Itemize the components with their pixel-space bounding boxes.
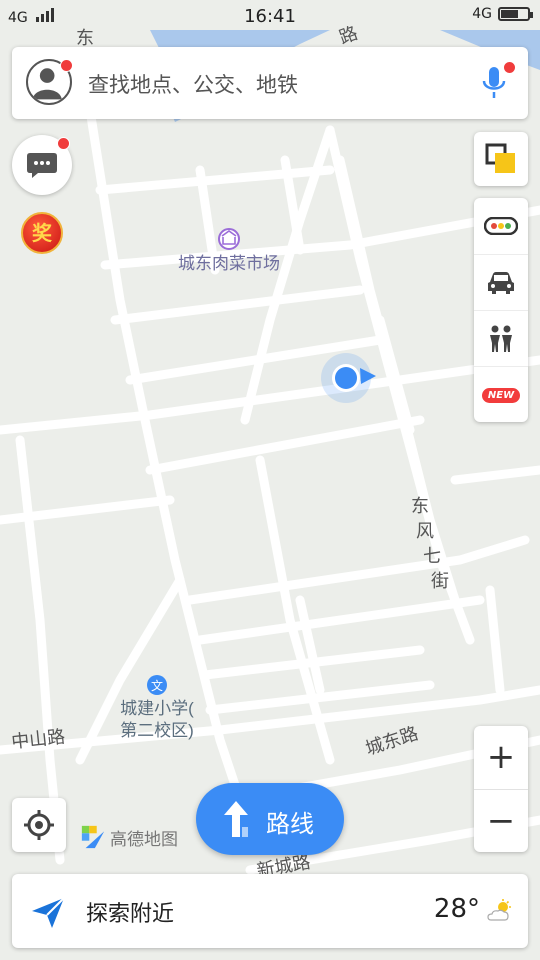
search-bar[interactable]: 查找地点、公交、地铁	[12, 47, 528, 119]
traffic-button[interactable]	[474, 198, 528, 254]
route-button[interactable]: 路线	[196, 783, 344, 855]
street-dongfeng-char4: 街	[431, 571, 449, 591]
network-type-label-right: 4G	[472, 6, 492, 22]
status-bar: 4G 16:41 4G	[0, 0, 540, 34]
amap-logo: 高德地图	[80, 822, 178, 852]
battery-icon	[498, 7, 533, 21]
messages-notification-dot	[57, 137, 70, 150]
new-badge: NEW	[481, 387, 521, 403]
school-poi-icon[interactable]: 文	[147, 675, 167, 695]
street-dongfeng-char2: 风	[416, 521, 434, 541]
route-button-label: 路线	[266, 810, 314, 838]
people-button[interactable]	[474, 310, 528, 367]
poi-school-label-1[interactable]: 城建小学(	[120, 699, 194, 718]
search-input[interactable]: 查找地点、公交、地铁	[88, 69, 298, 99]
temperature-label: 28°	[433, 894, 480, 924]
amap-logo-icon	[81, 825, 105, 849]
navigation-arrow-icon	[32, 897, 65, 928]
route-arrow-icon	[224, 801, 248, 837]
map-tools-panel: NEW	[474, 198, 528, 422]
status-time: 16:41	[244, 6, 296, 27]
mic-notification-dot	[503, 61, 516, 74]
poi-market-label[interactable]: 城东肉菜市场	[178, 254, 280, 273]
market-poi-icon[interactable]	[218, 228, 240, 250]
poi-school-label-2[interactable]: 第二校区)	[120, 721, 194, 740]
school-icon-glyph: 文	[151, 678, 163, 693]
avatar-notification-dot	[60, 59, 73, 72]
amap-logo-text: 高德地图	[110, 829, 178, 850]
crosshair-icon	[24, 810, 54, 840]
weather-partly-cloudy-icon	[487, 899, 511, 921]
traffic-light-icon	[484, 217, 518, 235]
messages-button[interactable]	[12, 135, 72, 195]
explore-nearby-label: 探索附近	[86, 902, 175, 927]
award-button[interactable]: 奖	[21, 212, 63, 254]
network-indicator-right: 4G	[472, 6, 533, 22]
zoom-out-button[interactable]: −	[474, 790, 528, 852]
new-feature-button[interactable]: NEW	[474, 366, 528, 423]
layers-icon	[485, 143, 515, 173]
locate-me-button[interactable]	[12, 798, 66, 852]
car-icon	[488, 272, 514, 294]
explore-nearby-bar[interactable]: 探索附近 28°	[12, 874, 528, 948]
street-dongfeng-char3: 七	[423, 546, 441, 566]
zoom-controls: + −	[474, 726, 528, 852]
zoom-in-button[interactable]: +	[474, 726, 528, 788]
layers-button[interactable]	[474, 132, 528, 186]
people-icon	[490, 325, 512, 352]
street-dongfeng-char1: 东	[411, 496, 429, 516]
taxi-button[interactable]	[474, 254, 528, 311]
